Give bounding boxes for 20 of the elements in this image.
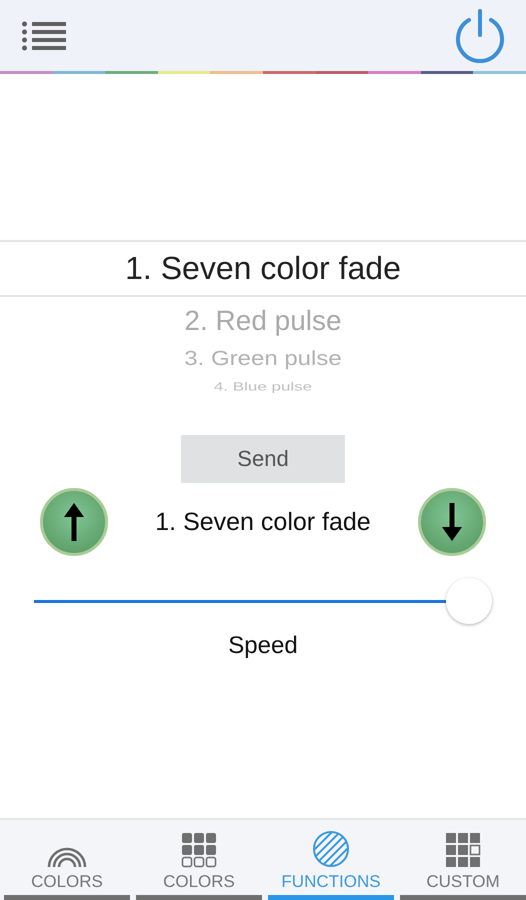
slider-thumb[interactable]: [446, 578, 492, 624]
current-function: 1. Seven color fade: [155, 508, 371, 536]
picker-option[interactable]: 3. Green pulse: [184, 347, 342, 371]
grid-icon: [445, 832, 481, 868]
speed-slider[interactable]: [34, 578, 492, 624]
grid-icon: [181, 832, 217, 868]
send-button[interactable]: Send: [181, 435, 345, 483]
power-icon[interactable]: [454, 8, 506, 64]
menu-icon[interactable]: [22, 20, 66, 50]
rainbow-icon: [47, 846, 87, 868]
striped-circle-icon: [312, 830, 350, 868]
tab[interactable]: COLORS: [136, 820, 262, 900]
tab[interactable]: CUSTOM: [400, 820, 526, 900]
down-arrow-icon: [442, 503, 462, 541]
tab[interactable]: FUNCTIONS: [268, 820, 394, 900]
picker-selected-row[interactable]: 1. Seven color fade: [0, 240, 526, 297]
picker-option[interactable]: 2. Red pulse: [184, 305, 342, 337]
tab[interactable]: COLORS: [4, 820, 130, 900]
speed-label: Speed: [227, 632, 299, 660]
up-arrow-icon: [64, 503, 84, 541]
